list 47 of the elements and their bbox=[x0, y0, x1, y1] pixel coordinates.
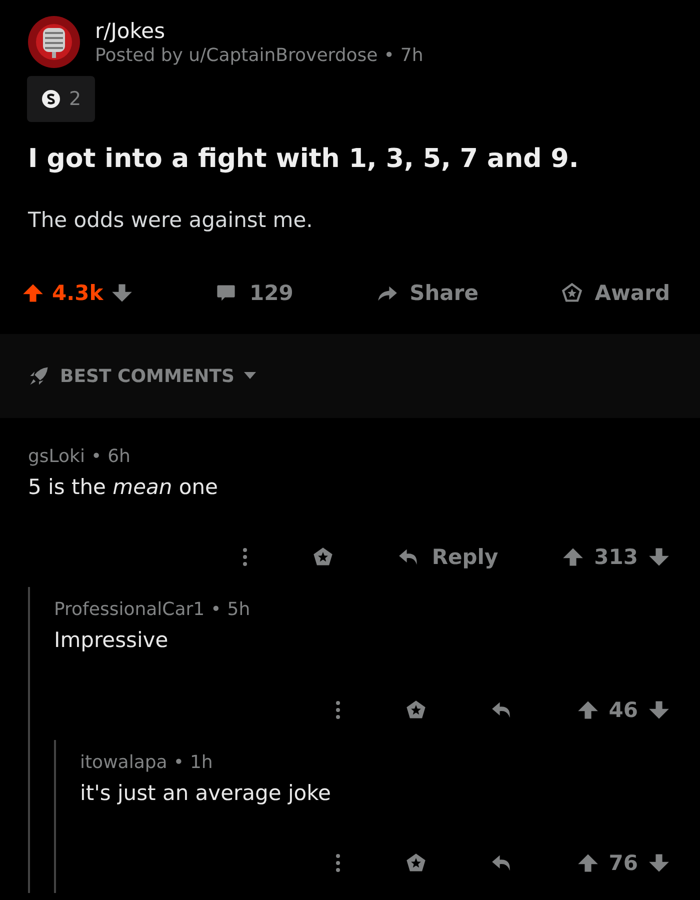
rocket-icon bbox=[28, 365, 50, 387]
dot-separator: • bbox=[90, 446, 102, 467]
comment-age: 5h bbox=[227, 599, 250, 620]
comment-text: Impressive bbox=[54, 628, 170, 652]
post-age: 7h bbox=[400, 44, 424, 66]
downvote-icon[interactable] bbox=[111, 282, 134, 304]
post-title: I got into a fight with 1, 3, 5, 7 and 9. bbox=[28, 144, 580, 174]
more-icon[interactable] bbox=[334, 853, 341, 873]
comment-score: 76 bbox=[608, 851, 638, 875]
comment-score: 46 bbox=[608, 698, 638, 722]
comments-button[interactable]: 129 bbox=[215, 281, 294, 305]
reply-button[interactable]: Reply bbox=[398, 545, 498, 569]
award-icon bbox=[560, 282, 583, 304]
comment-author[interactable]: ProfessionalCar1 bbox=[54, 599, 205, 620]
upvote-icon[interactable] bbox=[576, 699, 599, 721]
comment-age: 6h bbox=[108, 446, 130, 467]
dot-separator: • bbox=[384, 44, 394, 66]
posted-by[interactable]: Posted by u/CaptainBroverdose bbox=[95, 44, 378, 66]
award-icon[interactable] bbox=[404, 852, 427, 874]
more-icon[interactable] bbox=[334, 700, 341, 720]
comment-age: 1h bbox=[190, 752, 213, 773]
dot-separator: • bbox=[173, 752, 184, 773]
award-icon[interactable] bbox=[312, 546, 334, 568]
comment-author[interactable]: itowalapa bbox=[80, 752, 168, 773]
award-button[interactable]: Award bbox=[560, 281, 670, 305]
downvote-icon[interactable] bbox=[648, 546, 670, 568]
dot-separator: • bbox=[210, 599, 222, 620]
subreddit-name[interactable]: r/Jokes bbox=[95, 18, 424, 42]
comment-text: it's just an average joke bbox=[80, 781, 332, 805]
upvote-icon[interactable] bbox=[562, 546, 584, 568]
award-badge[interactable]: 2 bbox=[27, 76, 96, 122]
award-icon[interactable] bbox=[404, 699, 427, 721]
sort-dropdown[interactable]: BEST COMMENTS bbox=[28, 365, 256, 387]
upvote-icon[interactable] bbox=[576, 852, 599, 874]
downvote-icon[interactable] bbox=[648, 699, 670, 721]
avatar-icon[interactable] bbox=[28, 16, 80, 68]
post-score: 4.3k bbox=[52, 281, 104, 305]
comment-score: 313 bbox=[594, 545, 638, 569]
caret-icon bbox=[244, 372, 256, 380]
upvote-icon[interactable] bbox=[22, 282, 44, 304]
comment-text: 5 is the mean one bbox=[28, 475, 219, 499]
comment-author[interactable]: gsLoki bbox=[28, 446, 85, 467]
post-body: The odds were against me. bbox=[28, 208, 314, 232]
coin-icon bbox=[41, 89, 61, 109]
downvote-icon[interactable] bbox=[648, 852, 670, 874]
share-button[interactable]: Share bbox=[376, 281, 478, 305]
more-icon[interactable] bbox=[242, 547, 248, 567]
